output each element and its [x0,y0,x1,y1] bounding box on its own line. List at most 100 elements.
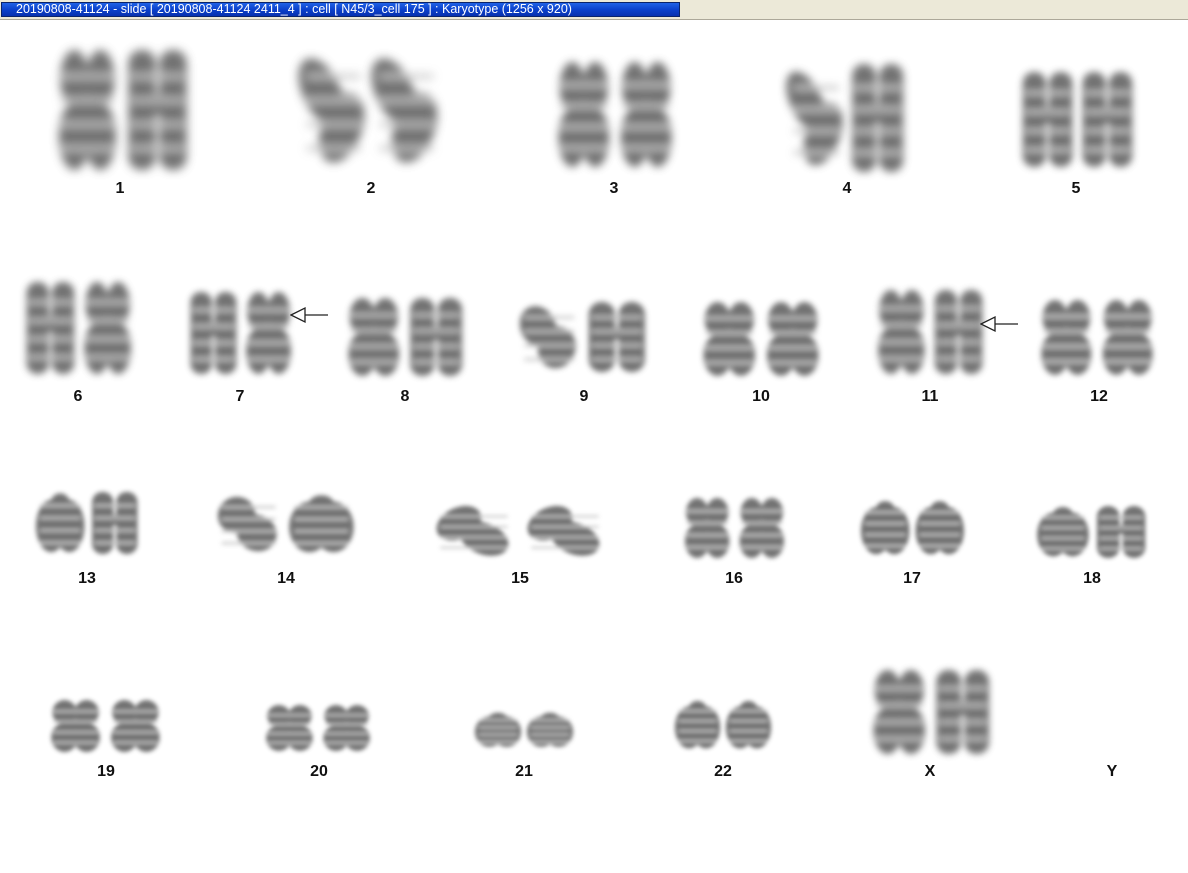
chromosome-pair-graphic [474,712,574,747]
chromosome-band [875,737,923,741]
chromosome-pair-21[interactable] [474,712,574,748]
chromosome-band [741,522,782,525]
chromosome-pair-19[interactable] [48,700,163,752]
chromosome-pair-10[interactable] [700,302,822,376]
chromosome-band [248,357,289,361]
chromosome-band [741,510,782,513]
chromosome-pair-7[interactable] [188,292,294,374]
chromosome-band [937,323,980,327]
chromosome-pair-2[interactable] [298,50,440,170]
chromosome-homolog-a [878,290,925,374]
chromosome-band [531,515,599,518]
chromosome-band [687,510,728,513]
chromosome-label-11: 11 [921,388,939,405]
chromosome-band [294,542,349,545]
chromosome-band [623,104,670,109]
chromosome-pair-11[interactable] [875,290,985,374]
chromosome-pair-4[interactable] [786,64,906,172]
chromosome-band [193,324,234,329]
chromosome-pair-12[interactable] [1038,300,1156,375]
chromosome-segment [235,512,263,536]
chromosome-pair-5[interactable] [1020,72,1135,167]
chromosome-band [1099,537,1143,540]
chromosome-band [531,536,599,539]
chromosome-pair-9[interactable] [518,302,648,372]
chromosome-band [94,516,135,520]
chromosome-pair-6[interactable] [24,282,134,374]
chromosome-pair-3[interactable] [555,62,675,167]
chromosome-band [113,710,158,713]
chromosome-segment [604,327,630,340]
window-title[interactable]: 20190808-41124 - slide [ 20190808-41124 … [1,2,680,17]
chromosome-pair-graphic [685,498,784,558]
chromosome-segment [866,103,890,122]
chromosome-band [29,337,72,341]
chromosome-segment [951,701,975,715]
chromosome-band [268,723,311,726]
chromosome-pair-1[interactable] [55,50,190,170]
chromosome-homolog-a [36,493,85,553]
chromosome-band [306,146,361,151]
chromosome-band [294,530,349,533]
chromosome-homolog-a [558,62,610,167]
chromosome-band [560,104,607,109]
chromosome-pair-17[interactable] [860,500,965,556]
chromosome-band [524,316,575,319]
chromosome-band [61,122,114,127]
chromosome-homolog-a [51,700,100,752]
chromosome-homolog-b [739,498,784,558]
chromosome-segment [1036,107,1059,123]
chromosome-band [1025,129,1070,133]
chromosome-label-17: 17 [903,570,921,587]
chromosome-label-2: 2 [366,180,376,197]
chromosome-band [221,506,276,509]
chromosome-band [1099,526,1143,529]
chromosome-homolog-a [266,705,313,751]
chromosome-band [478,733,518,736]
chromosome-pair-18[interactable] [1036,506,1148,558]
chromosome-homolog-a [786,71,843,166]
chromosome-label-y: Y [1106,763,1118,780]
chromosome-band [530,740,570,743]
chromosome-label-x: X [924,763,936,780]
chromosome-band [524,358,575,361]
chromosome-pair-20[interactable] [263,705,373,751]
chromosome-band [53,710,98,713]
chromosome-band [865,522,906,525]
chromosome-band [478,726,518,729]
chromosome-band [560,146,607,151]
chromosome-pair-13[interactable] [35,492,140,554]
chromosome-pair-graphic [190,292,291,374]
chromosome-pair-22[interactable] [674,700,772,750]
chromosome-band [29,355,72,360]
chromosome-segment [50,493,71,516]
chromosome-pair-14[interactable] [215,494,355,554]
chromosome-pair-graphic [298,58,438,163]
chromosome-band [325,741,368,744]
chromosome-band [379,146,434,151]
chromosome-band [705,361,753,365]
chromosome-band [440,546,508,549]
chromosome-homolog-b [725,701,772,749]
chromosome-band [193,341,234,345]
chromosome-band [325,732,368,735]
chromosome-band [524,344,575,347]
chromosome-band [413,313,460,317]
chromosome-homolog-a [436,505,509,556]
chromosome-pair-graphic [558,62,672,167]
chromosome-segment [363,326,385,342]
chromosome-band [875,703,923,707]
chromosome-pair-15[interactable] [432,505,607,557]
chromosome-band [1105,345,1151,348]
chromosome-band [248,324,289,329]
chromosome-band [591,330,642,333]
chromosome-band [94,529,135,532]
chromosome-band [524,330,575,333]
chromosome-homolog-b [92,492,138,554]
chromosome-pair-16[interactable] [682,498,787,558]
chromosome-pair-8[interactable] [345,298,465,376]
chromosome-band [478,740,518,743]
chromosome-band [678,710,717,712]
chromosome-pair-x[interactable] [870,670,992,754]
chromosome-band [306,98,361,103]
